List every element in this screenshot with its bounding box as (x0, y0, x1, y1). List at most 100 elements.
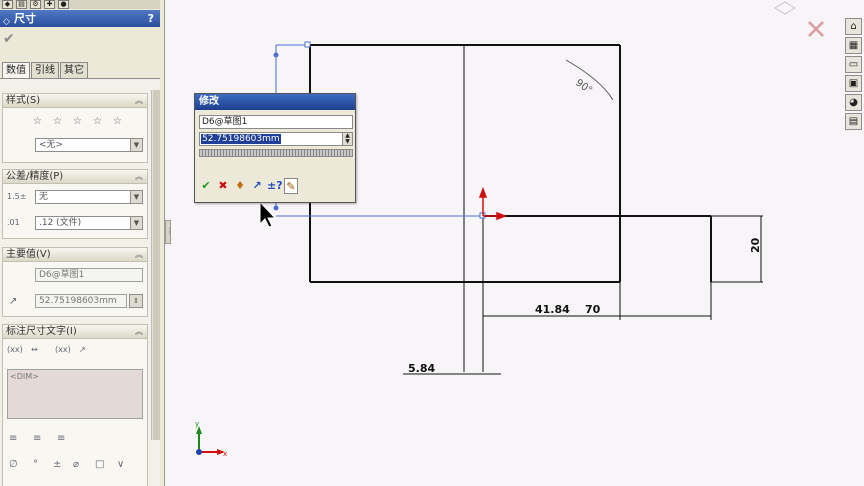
tolerance-type-combo[interactable]: 无 ▼ (35, 190, 143, 204)
dimension-text-70[interactable]: 70 (585, 303, 601, 316)
dimension-name-field[interactable]: D6@草图1 (35, 268, 143, 282)
style-group-header[interactable]: 样式(S) ︽ (3, 94, 147, 108)
dimension-name-input[interactable]: D6@草图1 (199, 115, 353, 129)
dimension-value-icon: ↗ (9, 296, 18, 307)
folder-icon[interactable]: ▭ (845, 56, 862, 73)
dimension-value-field[interactable]: 52.75198603mm (35, 294, 127, 308)
dropdown-arrow-icon[interactable]: ▼ (130, 217, 142, 229)
rebuild-icon[interactable]: ♦ (233, 178, 247, 194)
tolerance-group: 公差/精度(P) ︽ 1.5± 无 ▼ .01 .12 (文件) ▼ (2, 169, 148, 239)
dimxpert-icon[interactable]: ✚ (44, 0, 55, 9)
align-left-icon[interactable]: ≡ (9, 433, 17, 444)
pm-tabs: 数值 引线 其它 (2, 62, 89, 78)
style-combo[interactable]: <无> ▼ (35, 138, 143, 152)
pm-title: 尺寸 (14, 12, 36, 25)
dimension-text-20[interactable]: 20 (749, 237, 762, 253)
value-spin-icon[interactable]: ▲ ▼ (342, 133, 352, 145)
style-add-icon[interactable]: ☆ (53, 116, 62, 127)
thumbwheel[interactable] (199, 149, 353, 157)
sketch-rectangle-2[interactable] (482, 215, 712, 372)
parentheses-icon[interactable]: (xx) (7, 345, 23, 354)
view-orientation-icon[interactable] (774, 1, 796, 15)
dimension-text-header-label: 标注尺寸文字(I) (6, 326, 77, 337)
inspection-icon[interactable]: (xx) (55, 345, 71, 354)
tab-leaders[interactable]: 引线 (31, 62, 59, 78)
centerline-icon[interactable]: ⌀ (73, 459, 79, 470)
plus-minus-icon[interactable]: ± (53, 459, 61, 470)
modify-dialog: 修改 D6@草图1 52.75198603mm ▲ ▼ ✔ ✖ ♦ ↗ ±? ✎ (194, 93, 356, 203)
collapse-icon[interactable]: ︽ (135, 94, 143, 108)
property-manager-icon[interactable]: ▤ (16, 0, 27, 9)
value-spinner[interactable]: ⇕ (129, 294, 143, 308)
svg-text:y: y (195, 420, 199, 428)
collapse-icon[interactable]: ︽ (135, 325, 143, 339)
dimension-text-41-84[interactable]: 41.84 (535, 303, 570, 316)
exit-sketch-icon[interactable] (808, 21, 824, 37)
feature-manager-icon[interactable]: ◆ (2, 0, 13, 9)
confirm-check-icon[interactable]: ✔ (199, 178, 213, 194)
svg-text:x: x (223, 450, 227, 458)
style-load-icon[interactable]: ☆ (113, 116, 122, 127)
dropdown-arrow-icon[interactable]: ▼ (130, 139, 142, 151)
appearance-icon[interactable]: ● (58, 0, 69, 9)
help-button[interactable]: ? (148, 10, 154, 27)
sketch-origin-icon (478, 186, 508, 221)
style-save-icon[interactable]: ☆ (93, 116, 102, 127)
spin-icon[interactable]: ⇕ (130, 295, 142, 307)
style-header-label: 样式(S) (6, 95, 41, 106)
reverse-sense-icon[interactable]: ↗ (250, 178, 264, 194)
style-delete-icon[interactable]: ☆ (73, 116, 82, 127)
mark-dimension-icon[interactable]: ±? (267, 178, 283, 194)
offset-text-icon[interactable]: ↗ (79, 345, 86, 354)
mouse-pointer-icon (259, 200, 277, 228)
dimension-text-group: 标注尺寸文字(I) ︽ (xx) ↔ (xx) ↗ <DIM> ≡ ≡ ≡ ∅ °… (2, 324, 148, 486)
sketch-rectangle[interactable] (309, 44, 621, 283)
precision-combo[interactable]: .12 (文件) ▼ (35, 216, 143, 230)
primary-value-group: 主要值(V) ︽ D6@草图1 ↗ 52.75198603mm ⇕ (2, 247, 148, 317)
view-palette-icon[interactable]: ▣ (845, 75, 862, 92)
dimension-value-input[interactable]: 52.75198603mm ▲ ▼ (199, 132, 353, 146)
degree-icon[interactable]: ° (33, 459, 38, 470)
collapse-icon[interactable]: ︽ (135, 248, 143, 262)
cancel-x-icon[interactable]: ✖ (216, 178, 230, 194)
tab-other[interactable]: 其它 (60, 62, 88, 78)
dimension-text-90[interactable]: 90° (573, 77, 594, 96)
tab-value[interactable]: 数值 (2, 62, 30, 78)
center-text-icon[interactable]: ↔ (31, 345, 38, 354)
coordinate-triad-icon: x y (195, 420, 227, 458)
dimension-text-area[interactable]: <DIM> (7, 369, 143, 419)
configuration-icon[interactable]: ⚙ (30, 0, 41, 9)
tolerance-type-value: 无 (39, 192, 49, 202)
precision-icon: .01 (7, 218, 20, 227)
more-symbols-icon[interactable]: ∨ (117, 459, 124, 470)
ok-button[interactable]: ✔ (3, 31, 15, 47)
style-combo-value: <无> (39, 140, 64, 150)
custom-properties-icon[interactable]: ▤ (845, 113, 862, 130)
tolerance-type-icon: 1.5± (7, 192, 27, 201)
library-icon[interactable]: ▦ (845, 37, 862, 54)
tolerance-group-header[interactable]: 公差/精度(P) ︽ (3, 170, 147, 184)
dimension-icon: ◇ (3, 17, 10, 27)
dropdown-arrow-icon[interactable]: ▼ (130, 191, 142, 203)
primary-value-group-header[interactable]: 主要值(V) ︽ (3, 248, 147, 262)
collapse-icon[interactable]: ︽ (135, 170, 143, 184)
tolerance-header-label: 公差/精度(P) (6, 171, 64, 182)
style-group: 样式(S) ︽ ☆ ☆ ☆ ☆ ☆ <无> ▼ (2, 93, 148, 163)
dimension-value-text: 52.75198603mm (201, 134, 281, 144)
style-apply-icon[interactable]: ☆ (33, 116, 42, 127)
diameter-icon[interactable]: ∅ (9, 459, 18, 470)
home-icon[interactable]: ⌂ (845, 18, 862, 35)
dimension-text-group-header[interactable]: 标注尺寸文字(I) ︽ (3, 325, 147, 339)
task-pane: ⌂ ▦ ▭ ▣ ◕ ▤ (845, 18, 864, 140)
align-center-icon[interactable]: ≡ (33, 433, 41, 444)
align-right-icon[interactable]: ≡ (57, 433, 65, 444)
pm-toolbar: ◆ ▤ ⚙ ✚ ● (0, 0, 160, 9)
pm-title-bar: ◇ 尺寸 ? (0, 10, 160, 27)
dimension-text-5-84[interactable]: 5.84 (408, 362, 435, 375)
appearances-icon[interactable]: ◕ (845, 94, 862, 111)
options-icon[interactable]: ✎ (284, 178, 298, 194)
graphics-area[interactable]: 20 41.84 70 5.84 90° x y (171, 0, 840, 486)
pm-scrollbar[interactable] (151, 90, 160, 440)
pm-scrollbar-thumb[interactable] (153, 90, 160, 440)
square-icon[interactable]: □ (95, 459, 104, 470)
